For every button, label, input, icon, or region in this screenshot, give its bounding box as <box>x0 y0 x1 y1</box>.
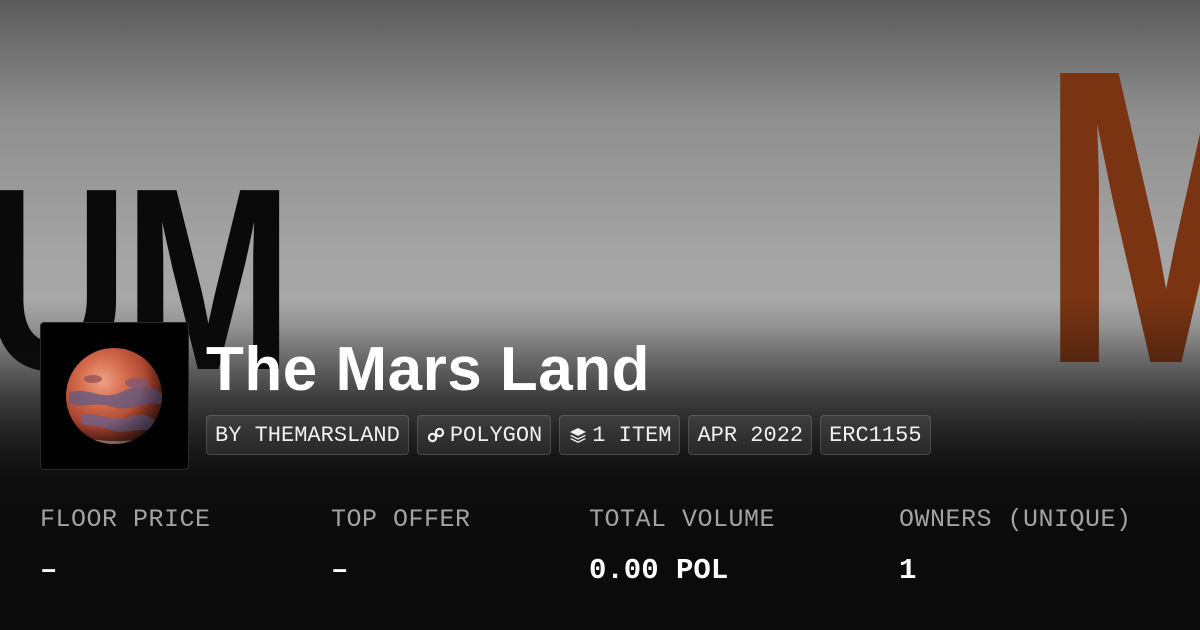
stat-floor-price-label: FLOOR PRICE <box>40 505 211 534</box>
layers-icon <box>568 425 588 445</box>
stat-top-offer: TOP OFFER – <box>331 505 471 587</box>
collection-meta-chips: BY THEMARSLAND POLYGON 1 ITEM APR 2022 E… <box>206 415 931 455</box>
mars-planet-image <box>66 348 162 444</box>
stat-top-offer-label: TOP OFFER <box>331 505 471 534</box>
stat-total-volume: TOTAL VOLUME 0.00 POL <box>589 505 775 587</box>
link-icon <box>426 425 446 445</box>
stat-top-offer-value: – <box>331 554 349 587</box>
chip-item-count-label: 1 ITEM <box>592 422 672 448</box>
chip-token-standard: ERC1155 <box>820 415 931 455</box>
collection-title: The Mars Land <box>206 335 651 404</box>
collection-stats: FLOOR PRICE – TOP OFFER – TOTAL VOLUME 0… <box>0 505 1200 605</box>
chip-creator-label: BY THEMARSLAND <box>215 422 400 448</box>
stat-total-volume-value: 0.00 POL <box>589 554 729 587</box>
chip-created-date: APR 2022 <box>688 415 813 455</box>
stat-owners: OWNERS (UNIQUE) 1 <box>899 505 1132 587</box>
stat-floor-price: FLOOR PRICE – <box>40 505 211 587</box>
chip-created-date-label: APR 2022 <box>697 422 804 448</box>
chip-chain[interactable]: POLYGON <box>416 415 552 455</box>
collection-avatar[interactable] <box>40 322 189 470</box>
chip-creator[interactable]: BY THEMARSLAND <box>206 415 409 455</box>
stat-total-volume-label: TOTAL VOLUME <box>589 505 776 534</box>
stat-floor-price-value: – <box>40 554 58 587</box>
chip-token-standard-label: ERC1155 <box>829 422 922 448</box>
stat-owners-label: OWNERS (UNIQUE) <box>899 505 1132 534</box>
chip-chain-label: POLYGON <box>449 422 543 448</box>
chip-item-count[interactable]: 1 ITEM <box>559 415 681 455</box>
stat-owners-value: 1 <box>899 554 917 587</box>
